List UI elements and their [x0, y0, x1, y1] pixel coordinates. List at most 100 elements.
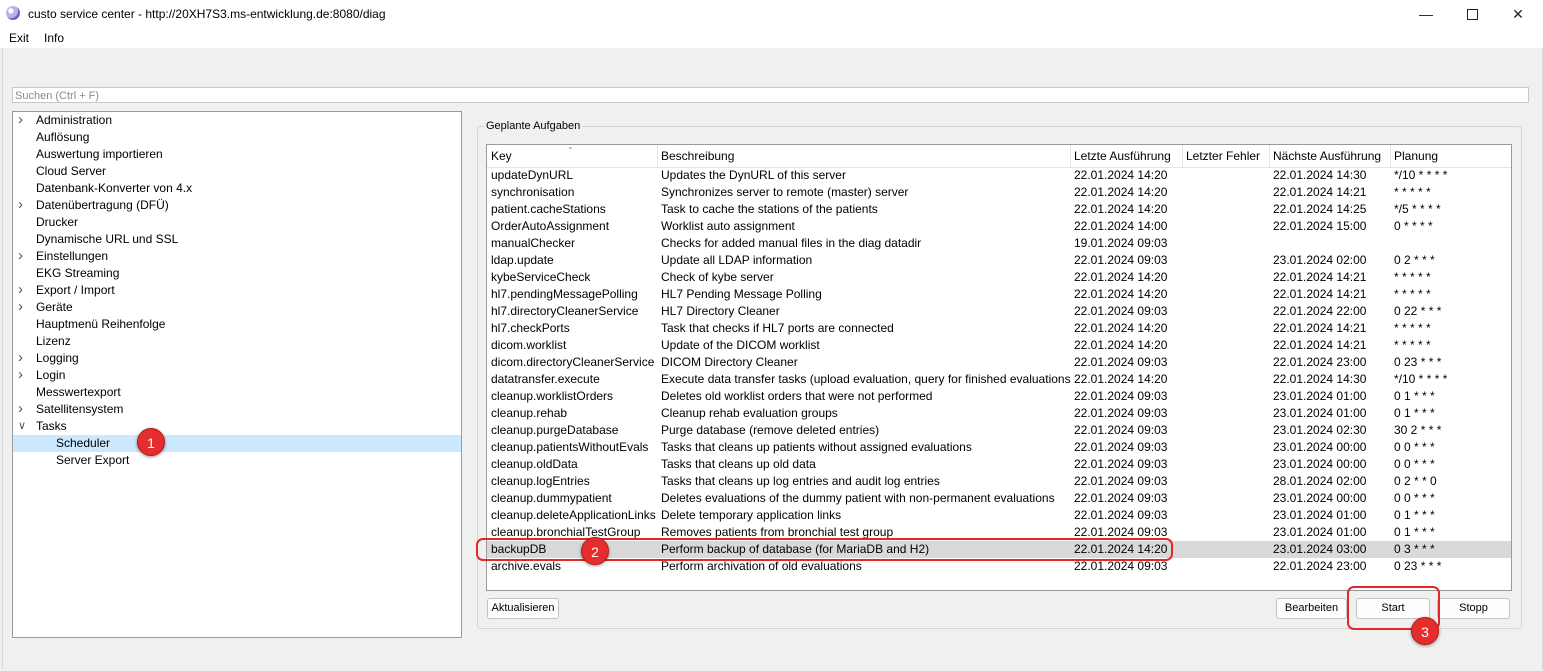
tree-item-label: Server Export — [56, 453, 130, 467]
chevron-right-icon[interactable]: › — [18, 112, 30, 128]
tree-item[interactable]: ∨ Tasks — [13, 418, 461, 435]
table-row[interactable]: hl7.checkPorts Task that checks if HL7 po… — [487, 320, 1511, 337]
tree-item[interactable]: › Logging — [13, 349, 461, 367]
table-cell: 0 1 * * * — [1394, 389, 1435, 403]
tree-item[interactable]: › Einstellungen — [13, 247, 461, 265]
annotation-badge-1: 1 — [137, 428, 165, 456]
table-row[interactable]: dicom.worklist Update of the DICOM workli… — [487, 337, 1511, 354]
tree-item[interactable]: Messwertexport — [13, 384, 461, 401]
table-row[interactable]: cleanup.bronchialTestGroup Removes patien… — [487, 524, 1511, 541]
column-header[interactable]: Beschreibung — [661, 149, 734, 163]
search-input[interactable] — [13, 89, 1532, 103]
tree-item[interactable]: › Administration — [13, 112, 461, 129]
table-cell: 0 2 * * 0 — [1394, 474, 1437, 488]
tree-item[interactable]: Lizenz — [13, 333, 461, 350]
table-row[interactable]: hl7.pendingMessagePolling HL7 Pending Mes… — [487, 286, 1511, 303]
table-row[interactable]: ldap.update Update all LDAP information 22… — [487, 252, 1511, 269]
menu-exit[interactable]: Exit — [9, 31, 29, 45]
edit-button[interactable]: Bearbeiten — [1276, 598, 1347, 619]
column-header[interactable]: Letzter Fehler — [1186, 149, 1260, 163]
title-bar: custo service center - http://20XH7S3.ms… — [0, 0, 1543, 28]
table-row[interactable]: OrderAutoAssignment Worklist auto assignm… — [487, 218, 1511, 235]
table-row[interactable]: synchronisation Synchronizes server to re… — [487, 184, 1511, 201]
table-row[interactable]: cleanup.patientsWithoutEvals Tasks that c… — [487, 439, 1511, 456]
column-separator[interactable] — [657, 145, 658, 167]
column-header[interactable]: Nächste Ausführung — [1273, 149, 1381, 163]
table-cell: Deletes evaluations of the dummy patient… — [661, 491, 1055, 505]
tree-item[interactable]: › Geräte — [13, 298, 461, 316]
tree-item[interactable]: Auswertung importieren — [13, 146, 461, 163]
table-row[interactable]: cleanup.deleteApplicationLinks Delete tem… — [487, 507, 1511, 524]
table-row[interactable]: manualChecker Checks for added manual fil… — [487, 235, 1511, 252]
table-row[interactable]: cleanup.purgeDatabase Purge database (rem… — [487, 422, 1511, 439]
tree-item[interactable]: › Datenübertragung (DFÜ) — [13, 196, 461, 214]
table-cell: 22.01.2024 22:00 — [1273, 304, 1367, 318]
table-row[interactable]: dicom.directoryCleanerService DICOM Direc… — [487, 354, 1511, 371]
refresh-button[interactable]: Aktualisieren — [487, 598, 559, 619]
table-cell: 22.01.2024 09:03 — [1074, 525, 1168, 539]
table-row[interactable]: kybeServiceCheck Check of kybe server 22.0… — [487, 269, 1511, 286]
start-button[interactable]: Start — [1356, 598, 1430, 619]
column-separator[interactable] — [1269, 145, 1270, 167]
table-row[interactable]: cleanup.rehab Cleanup rehab evaluation gr… — [487, 405, 1511, 422]
table-row[interactable]: backupDB Perform backup of database (for … — [487, 541, 1511, 558]
search-box — [12, 87, 1532, 103]
minimize-button[interactable]: — — [1403, 0, 1449, 28]
table-cell: 22.01.2024 15:00 — [1273, 219, 1367, 233]
column-separator[interactable] — [1070, 145, 1071, 167]
chevron-right-icon[interactable]: › — [18, 349, 30, 366]
chevron-right-icon[interactable]: › — [18, 196, 30, 213]
tree-item[interactable]: EKG Streaming — [13, 265, 461, 282]
table-row[interactable]: patient.cacheStations Task to cache the s… — [487, 201, 1511, 218]
table-row[interactable]: cleanup.oldData Tasks that cleans up old … — [487, 456, 1511, 473]
column-separator[interactable] — [1390, 145, 1391, 167]
chevron-right-icon[interactable]: › — [18, 281, 30, 298]
tree-item-label: Datenbank-Konverter von 4.x — [36, 181, 193, 195]
chevron-right-icon[interactable]: › — [18, 366, 30, 383]
table-cell: Perform archivation of old evaluations — [661, 559, 862, 573]
tree-item[interactable]: Dynamische URL und SSL — [13, 231, 461, 248]
tree-item[interactable]: › Satellitensystem — [13, 400, 461, 418]
chevron-right-icon[interactable]: › — [18, 400, 30, 417]
table-row[interactable]: datatransfer.execute Execute data transfe… — [487, 371, 1511, 388]
tree-item[interactable]: Drucker — [13, 214, 461, 231]
table-row[interactable]: updateDynURL Updates the DynURL of this s… — [487, 167, 1511, 184]
tree-item[interactable]: › Login — [13, 366, 461, 384]
table-cell: 22.01.2024 09:03 — [1074, 457, 1168, 471]
tree-item[interactable]: Scheduler — [13, 435, 461, 452]
table-cell: */10 * * * * — [1394, 372, 1448, 386]
table-row[interactable]: cleanup.worklistOrders Deletes old workli… — [487, 388, 1511, 405]
tree-item[interactable]: Datenbank-Konverter von 4.x — [13, 180, 461, 197]
close-icon: ✕ — [1512, 5, 1524, 22]
table-cell: * * * * * — [1394, 321, 1431, 335]
stop-button[interactable]: Stopp — [1437, 598, 1510, 619]
table-row[interactable]: hl7.directoryCleanerService HL7 Directory… — [487, 303, 1511, 320]
app-logo-icon — [6, 6, 20, 20]
column-header[interactable]: Key — [491, 149, 512, 163]
table-cell: 22.01.2024 14:20 — [1074, 372, 1168, 386]
maximize-button[interactable] — [1449, 0, 1495, 28]
tree-item[interactable]: Hauptmenü Reihenfolge — [13, 316, 461, 333]
tree-item-label: Cloud Server — [36, 164, 107, 178]
table-row[interactable]: cleanup.dummypatient Deletes evaluations … — [487, 490, 1511, 507]
table-cell: cleanup.bronchialTestGroup — [491, 525, 641, 539]
table-cell: Checks for added manual files in the dia… — [661, 236, 922, 250]
tree-item-label: Datenübertragung (DFÜ) — [36, 198, 169, 212]
table-row[interactable]: cleanup.logEntries Tasks that cleans up l… — [487, 473, 1511, 490]
chevron-right-icon[interactable]: › — [18, 247, 30, 264]
column-header[interactable]: Letzte Ausführung — [1074, 149, 1171, 163]
chevron-right-icon[interactable]: › — [18, 298, 30, 315]
tree-item[interactable]: Server Export — [13, 452, 461, 469]
tree-item[interactable]: › Export / Import — [13, 281, 461, 299]
close-button[interactable]: ✕ — [1495, 0, 1541, 28]
table-cell: 23.01.2024 01:00 — [1273, 389, 1367, 403]
table-cell: 22.01.2024 09:03 — [1074, 491, 1168, 505]
column-separator[interactable] — [1182, 145, 1183, 167]
tree-item[interactable]: Auflösung — [13, 129, 461, 146]
table-row[interactable]: archive.evals Perform archivation of old … — [487, 558, 1511, 575]
tree-item[interactable]: Cloud Server — [13, 163, 461, 180]
menu-info[interactable]: Info — [44, 31, 64, 45]
chevron-down-icon[interactable]: ∨ — [18, 418, 30, 435]
table-cell: 22.01.2024 14:20 — [1074, 542, 1168, 556]
column-header[interactable]: Planung — [1394, 149, 1438, 163]
